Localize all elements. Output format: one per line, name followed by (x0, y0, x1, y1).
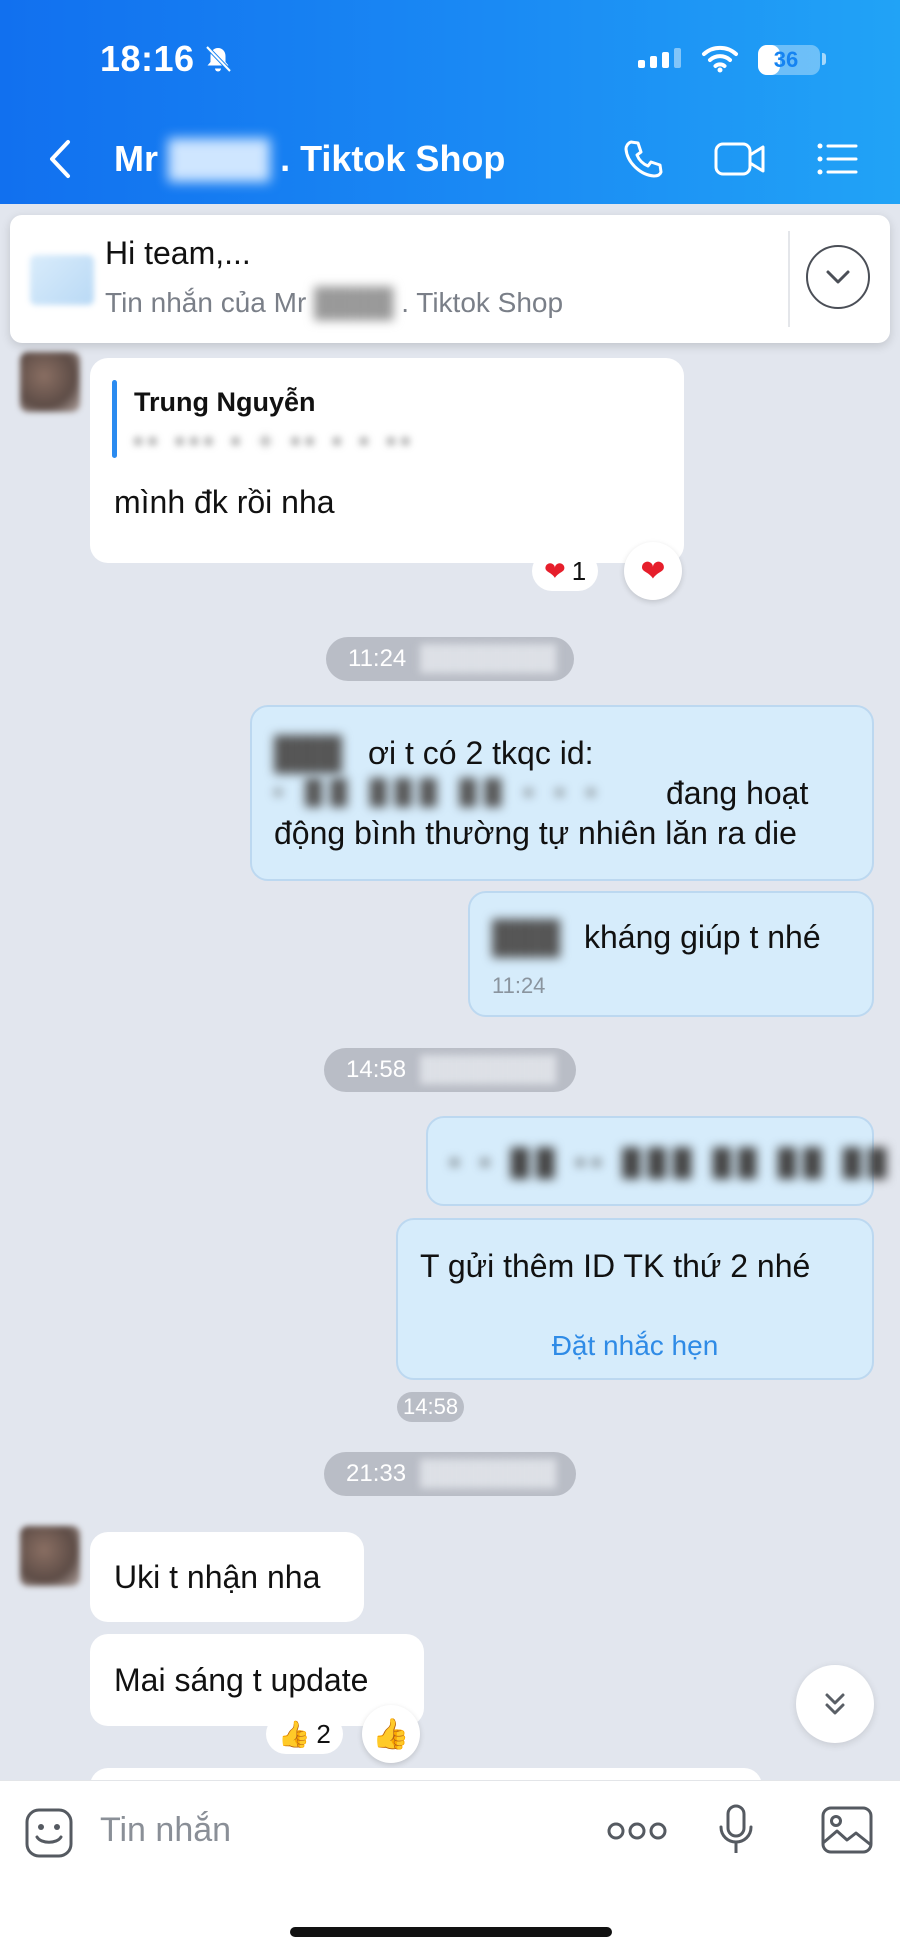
home-indicator (290, 1927, 612, 1937)
pinned-message[interactable]: Hi team,... Tin nhắn của Mr ████ . Tikto… (10, 215, 890, 343)
time-divider-hidden: ████████ (420, 1056, 557, 1083)
mention-hidden: ███ (492, 919, 561, 955)
message-text: Uki t nhận nha (114, 1559, 321, 1595)
chat-header: 18:16 36 Mr ████ . Tiktok Shop (0, 0, 900, 204)
pinned-subtitle-suffix: . Tiktok Shop (401, 287, 564, 318)
set-reminder-link[interactable]: Đặt nhắc hẹn (398, 1330, 872, 1362)
phone-call-icon[interactable] (618, 134, 668, 184)
message-text-line2: đang hoạt (666, 775, 809, 811)
sender-avatar[interactable] (20, 352, 80, 412)
chat-title[interactable]: Mr ████ . Tiktok Shop (114, 138, 505, 180)
video-call-icon[interactable] (712, 134, 768, 184)
message-bubble[interactable]: Uki t nhận nha (90, 1532, 364, 1622)
chevron-down-icon (826, 270, 850, 284)
sender-avatar[interactable] (20, 1526, 80, 1586)
more-options-icon[interactable] (606, 1819, 668, 1843)
battery-cap (822, 53, 826, 65)
heart-icon: ❤ (640, 554, 666, 588)
time-divider: 11:24 ████████ (326, 637, 574, 681)
message-text-line1: ơi t có 2 tkqc id: (368, 735, 594, 771)
message-bubble[interactable]: • • ██ •• ███ ██ ██ ██ • (426, 1116, 900, 1206)
pinned-subtitle-prefix: Tin nhắn của Mr (105, 287, 307, 318)
mention-hidden: ███ (274, 735, 343, 771)
thumbs-up-icon: 👍 (372, 1717, 410, 1751)
pinned-divider (788, 231, 790, 327)
time-divider-hidden: ████████ (420, 1460, 557, 1487)
double-chevron-down-icon (825, 1693, 845, 1715)
message-text: T gửi thêm ID TK thứ 2 nhé (420, 1248, 811, 1284)
pinned-subtitle: Tin nhắn của Mr ████ . Tiktok Shop (105, 287, 563, 319)
message-time: 14:58 (397, 1392, 465, 1422)
reply-quote-text: •• ••• • + •• • • •• (134, 428, 416, 455)
message-time: 11:24 (492, 973, 546, 998)
time-divider-label: 21:33 (346, 1460, 407, 1487)
message-input[interactable]: Tin nhắn (100, 1811, 231, 1850)
time-divider: 14:58 ████████ (324, 1048, 576, 1092)
ad-account-ids-hidden: • • ██ •• ███ ██ ██ ██ • (450, 1147, 900, 1177)
reaction-count: 1 (571, 555, 587, 586)
message-text-line3: động bình thường tự nhiên lăn ra die (274, 815, 797, 851)
time-divider: 21:33 ████████ (324, 1452, 576, 1496)
reaction-count: 2 (316, 1718, 331, 1749)
chat-title-prefix: Mr (114, 138, 158, 179)
reply-quote-bar (112, 380, 117, 458)
reaction-summary[interactable]: 👍 2 (266, 1714, 343, 1754)
back-button[interactable] (40, 134, 80, 184)
pinned-thumbnail (30, 255, 94, 305)
message-bubble[interactable]: ███ ơi t có 2 tkqc id: • ██ ███ ██ ▪ ▪ ▪… (250, 705, 874, 881)
battery-level: 36 (773, 47, 799, 72)
message-bubble[interactable]: ███ kháng giúp t nhé 11:24 (468, 891, 874, 1017)
time-divider-label: 14:58 (346, 1056, 407, 1083)
pinned-expand-button[interactable] (806, 245, 870, 309)
message-text: Mai sáng t update (114, 1662, 369, 1698)
sticker-icon[interactable] (24, 1807, 74, 1859)
message-bubble[interactable]: Trung Nguyễn •• ••• • + •• • • •• mình đ… (90, 358, 684, 563)
pinned-subtitle-hidden: ████ (314, 287, 394, 318)
image-gallery-icon[interactable] (820, 1805, 874, 1855)
scroll-to-bottom-button[interactable] (796, 1665, 874, 1743)
chat-title-hidden: ████ (168, 138, 271, 179)
heart-icon: ❤ (544, 555, 566, 586)
battery-icon: 36 (758, 45, 820, 75)
thumbs-up-icon: 👍 (278, 1718, 311, 1749)
reply-sender-name: Trung Nguyễn (134, 387, 316, 417)
cellular-signal-icon (638, 48, 681, 68)
menu-list-icon[interactable] (812, 134, 862, 184)
message-input-bar: Tin nhắn (0, 1780, 900, 1951)
message-text: kháng giúp t nhé (584, 919, 821, 955)
time-divider-label: 11:24 (348, 645, 407, 672)
status-time: 18:16 (100, 38, 195, 79)
microphone-icon[interactable] (716, 1803, 756, 1859)
reaction-summary[interactable]: ❤ 1 (532, 551, 599, 591)
time-divider-hidden: ████████ (420, 645, 557, 672)
react-heart-button[interactable]: ❤ (624, 542, 682, 600)
chat-title-suffix: . Tiktok Shop (280, 138, 506, 179)
ad-account-ids-hidden: • ██ ███ ██ ▪ ▪ ▪ (274, 779, 603, 806)
react-thumbs-up-button[interactable]: 👍 (362, 1705, 420, 1763)
message-bubble[interactable]: T gửi thêm ID TK thứ 2 nhé Đặt nhắc hẹn (396, 1218, 874, 1380)
wifi-icon (702, 45, 738, 73)
bell-off-icon (205, 45, 232, 73)
message-text: mình đk rồi nha (114, 484, 335, 520)
pinned-title: Hi team,... (105, 235, 251, 271)
